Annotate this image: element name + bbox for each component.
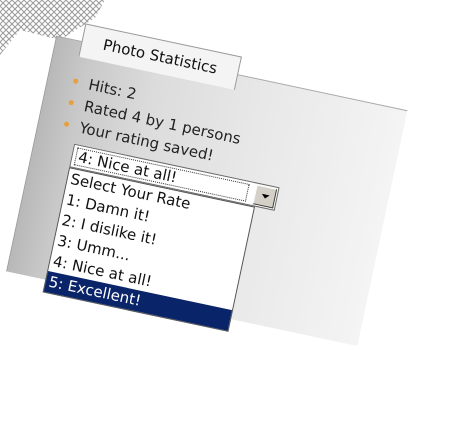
bullet-icon (72, 78, 79, 85)
bullet-icon (63, 121, 70, 128)
photo-statistics-widget: Photo Statistics Hits: 2 Rated 4 by 1 pe… (0, 18, 412, 445)
chevron-down-icon (261, 193, 270, 200)
bullet-icon (68, 99, 75, 106)
dropdown-button[interactable] (252, 184, 278, 209)
